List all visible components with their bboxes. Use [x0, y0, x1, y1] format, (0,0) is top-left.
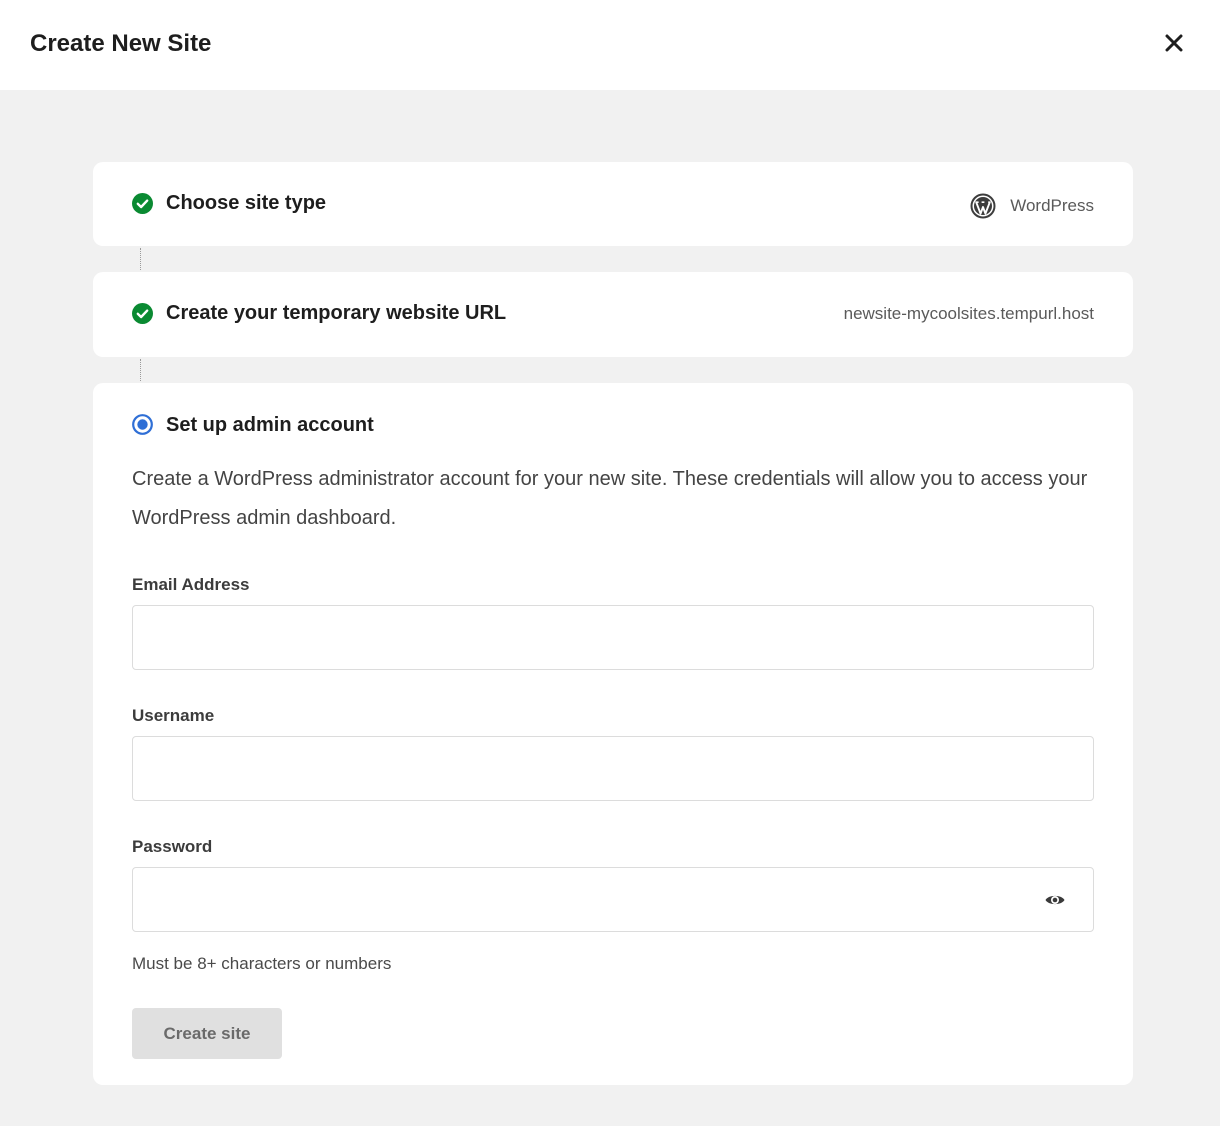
- step-admin-account: Set up admin account Create a WordPress …: [93, 383, 1133, 1085]
- username-label: Username: [132, 706, 215, 725]
- close-icon: [1165, 34, 1183, 52]
- site-type-value: WordPress: [1010, 196, 1094, 215]
- radio-active-icon: [132, 414, 153, 435]
- modal-title: Create New Site: [30, 30, 212, 57]
- wordpress-logo-icon: [970, 193, 996, 219]
- modal-header: Create New Site: [0, 0, 1220, 90]
- step-title: Create your temporary website URL: [166, 302, 507, 324]
- step-title: Choose site type: [166, 192, 327, 214]
- eye-icon[interactable]: [1044, 889, 1066, 911]
- password-field[interactable]: [132, 867, 1094, 932]
- temporary-url-value: newsite-mycoolsites.tempurl.host: [843, 304, 1094, 323]
- step-connector: [140, 248, 141, 270]
- close-button[interactable]: [1160, 29, 1188, 57]
- password-label: Password: [132, 837, 213, 856]
- step-title: Set up admin account: [166, 414, 374, 436]
- password-hint: Must be 8+ characters or numbers: [132, 954, 392, 973]
- check-circle-icon: [132, 193, 153, 214]
- step-summary: newsite-mycoolsites.tempurl.host: [844, 303, 1094, 325]
- step-connector: [140, 359, 141, 381]
- step-summary: WordPress: [970, 193, 1094, 219]
- step-choose-site-type[interactable]: Choose site type WordPress: [93, 162, 1133, 246]
- email-field[interactable]: [132, 605, 1094, 670]
- username-field[interactable]: [132, 736, 1094, 801]
- check-circle-icon: [132, 303, 153, 324]
- step-description: Create a WordPress administrator account…: [132, 468, 1088, 529]
- create-site-button[interactable]: Create site: [132, 1008, 282, 1059]
- step-temporary-url[interactable]: Create your temporary website URL newsit…: [93, 272, 1133, 357]
- email-label: Email Address: [132, 575, 250, 594]
